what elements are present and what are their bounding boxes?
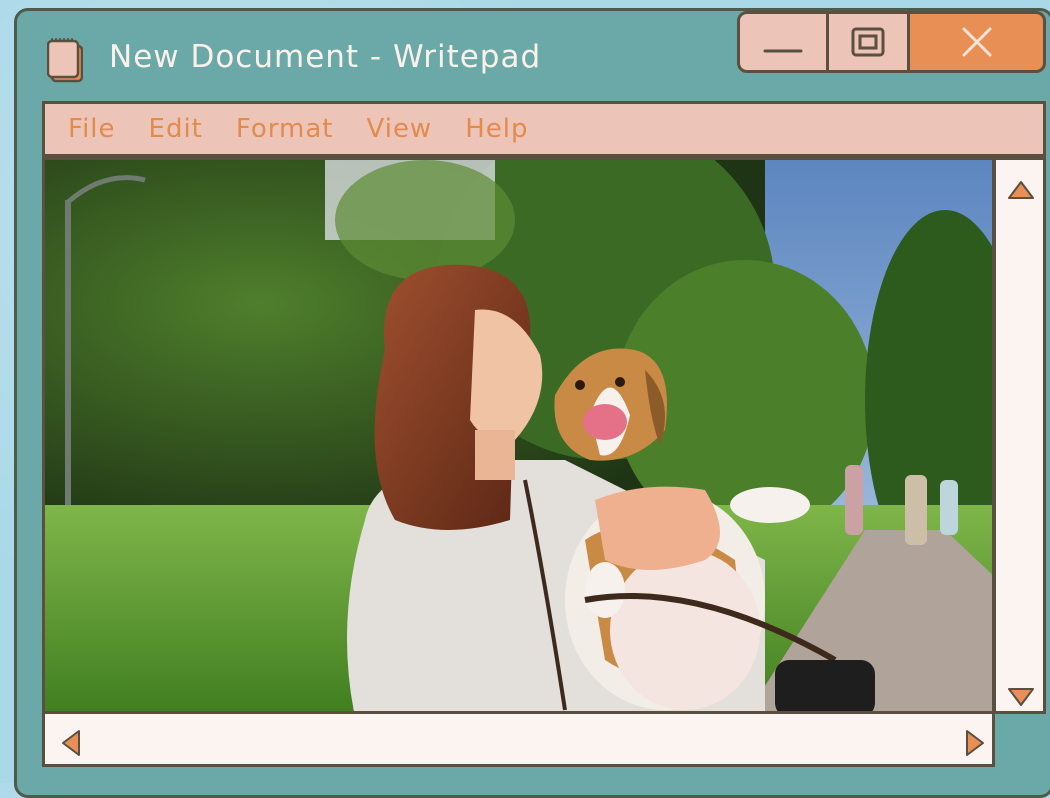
woman-kissing-beagle-photo <box>45 160 992 711</box>
horizontal-scrollbar[interactable] <box>42 711 995 767</box>
app-window: New Document - Writepad File Edit Format… <box>14 8 1050 798</box>
menu-help[interactable]: Help <box>465 114 528 144</box>
menu-edit[interactable]: Edit <box>149 114 203 144</box>
menu-format[interactable]: Format <box>236 114 334 144</box>
close-icon <box>962 27 991 57</box>
notepad-icon <box>47 38 83 83</box>
menu-file[interactable]: File <box>68 114 116 144</box>
close-button[interactable] <box>907 11 1046 73</box>
maximize-icon <box>851 27 885 57</box>
window-title: New Document - Writepad <box>109 39 542 75</box>
scroll-down-button[interactable] <box>1007 687 1035 707</box>
menu-view[interactable]: View <box>367 114 433 144</box>
menu-bar: File Edit Format View Help <box>42 101 1046 157</box>
document-content-area <box>42 157 995 714</box>
maximize-button[interactable] <box>826 11 910 73</box>
minimize-button[interactable] <box>737 11 829 73</box>
scroll-up-button[interactable] <box>1007 180 1035 200</box>
scroll-right-button[interactable] <box>965 729 985 757</box>
minimize-icon <box>763 49 803 53</box>
scroll-left-button[interactable] <box>61 729 81 757</box>
vertical-scrollbar[interactable] <box>993 157 1046 714</box>
